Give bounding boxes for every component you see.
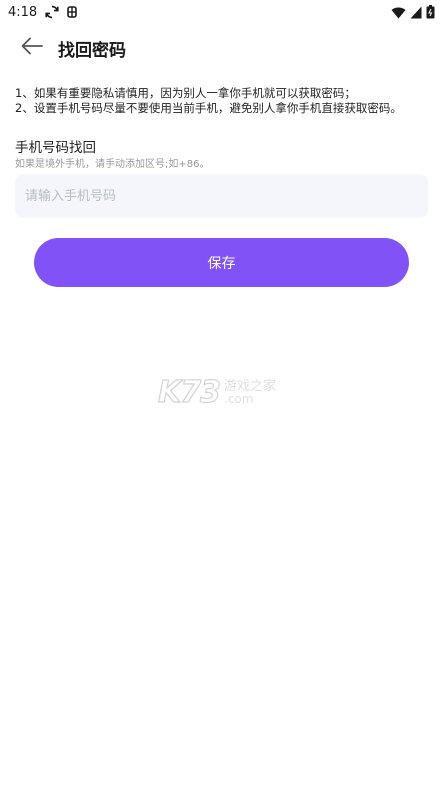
battery-icon <box>426 5 435 19</box>
arrow-left-icon <box>21 37 43 59</box>
watermark-com: .com <box>224 391 254 406</box>
page-title: 找回密码 <box>58 40 126 61</box>
phone-section-hint: 如果是境外手机，请手动添加区号;如+86。 <box>15 159 210 170</box>
phone-number-input[interactable] <box>15 174 428 218</box>
sync-icon <box>45 5 59 19</box>
wifi-icon <box>391 6 406 19</box>
back-button[interactable] <box>12 28 52 68</box>
watermark-k73: K73 <box>157 374 221 410</box>
tip-line-1: 1、如果有重要隐私请慎用，因为别人一拿你手机就可以获取密码； <box>15 86 356 100</box>
bug-icon <box>65 5 79 19</box>
phone-section-title: 手机号码找回 <box>15 140 96 156</box>
status-time: 4:18 <box>8 4 38 20</box>
save-button[interactable]: 保存 <box>34 238 409 287</box>
tip-line-2: 2、设置手机号码尽量不要使用当前手机，避免别人拿你手机直接获取密码。 <box>15 101 402 115</box>
status-bar: 4:18 <box>0 0 443 24</box>
app-bar: 找回密码 <box>0 24 443 72</box>
watermark-logo: K73 游戏之家 .com <box>157 374 277 410</box>
watermark-cn: 游戏之家 <box>224 378 277 394</box>
signal-icon <box>410 6 422 19</box>
tips-text: 1、如果有重要隐私请慎用，因为别人一拿你手机就可以获取密码； 2、设置手机号码尽… <box>15 86 435 116</box>
